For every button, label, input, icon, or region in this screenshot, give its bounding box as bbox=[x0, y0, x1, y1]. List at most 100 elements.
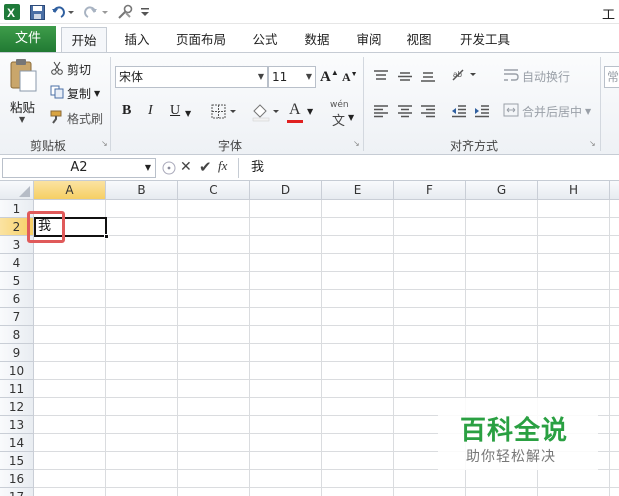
bold-button[interactable]: B bbox=[122, 103, 131, 119]
number-format-combo[interactable]: 常 bbox=[604, 66, 619, 88]
row-header-12[interactable]: 12 bbox=[0, 398, 34, 416]
font-name-value: 宋体 bbox=[119, 70, 144, 84]
undo-icon[interactable] bbox=[50, 3, 76, 21]
tab-formulas[interactable]: 公式 bbox=[244, 27, 286, 52]
decrease-indent-icon bbox=[452, 105, 466, 118]
tab-data[interactable]: 数据 bbox=[296, 27, 338, 52]
tab-insert[interactable]: 插入 bbox=[115, 27, 159, 52]
customize-qat-icon[interactable] bbox=[140, 3, 150, 21]
font-color-dropdown-icon[interactable]: ▼ bbox=[307, 107, 313, 116]
row-header-6[interactable]: 6 bbox=[0, 290, 34, 308]
row-header-8[interactable]: 8 bbox=[0, 326, 34, 344]
cancel-icon[interactable]: ✕ bbox=[180, 159, 192, 175]
gridline bbox=[34, 271, 619, 272]
row-header-9[interactable]: 9 bbox=[0, 344, 34, 362]
paste-button[interactable]: 粘贴 ▼ bbox=[6, 57, 40, 131]
paste-dropdown-icon[interactable]: ▼ bbox=[19, 115, 25, 124]
font-size-value: 11 bbox=[272, 70, 288, 84]
column-header-b[interactable]: B bbox=[106, 181, 178, 200]
insert-function-button[interactable]: fx bbox=[218, 158, 227, 174]
column-header-e[interactable]: E bbox=[322, 181, 394, 200]
row-header-15[interactable]: 15 bbox=[0, 452, 34, 470]
copy-button[interactable]: 复制 ▼ bbox=[50, 85, 100, 102]
font-size-dropdown-icon[interactable]: ▼ bbox=[306, 67, 312, 87]
watermark-subtitle: 助你轻松解决 bbox=[466, 449, 556, 465]
underline-button[interactable]: U bbox=[170, 103, 180, 119]
increase-indent-button[interactable] bbox=[474, 104, 490, 121]
copy-dropdown-icon[interactable]: ▼ bbox=[94, 89, 100, 98]
row-header-17[interactable]: 17 bbox=[0, 488, 34, 496]
column-header-d[interactable]: D bbox=[250, 181, 322, 200]
clipboard-launcher-icon[interactable]: ↘ bbox=[101, 139, 108, 148]
tab-page-layout[interactable]: 页面布局 bbox=[170, 27, 232, 52]
row-header-11[interactable]: 11 bbox=[0, 380, 34, 398]
wrap-text-button[interactable]: 自动换行 bbox=[503, 68, 570, 85]
grow-font-icon[interactable]: A▲ bbox=[320, 68, 339, 86]
cut-button[interactable]: 剪切 bbox=[50, 61, 91, 78]
fill-handle[interactable] bbox=[104, 234, 109, 239]
alignment-group-label: 对齐方式 bbox=[449, 139, 498, 153]
column-header-f[interactable]: F bbox=[394, 181, 466, 200]
align-bottom-button[interactable] bbox=[420, 69, 436, 86]
row-header-10[interactable]: 10 bbox=[0, 362, 34, 380]
row-header-5[interactable]: 5 bbox=[0, 272, 34, 290]
tools-icon[interactable] bbox=[114, 3, 138, 21]
row-header-16[interactable]: 16 bbox=[0, 470, 34, 488]
highlight-box bbox=[27, 211, 65, 243]
gridline bbox=[34, 253, 619, 254]
align-left-button[interactable] bbox=[373, 104, 389, 121]
format-painter-button[interactable]: 格式刷 bbox=[50, 110, 103, 127]
align-center-button[interactable] bbox=[397, 104, 413, 121]
save-icon[interactable] bbox=[28, 3, 46, 21]
align-middle-button[interactable] bbox=[397, 69, 413, 86]
formula-resize-handle[interactable] bbox=[162, 160, 176, 179]
tab-file[interactable]: 文件 bbox=[0, 26, 56, 52]
ribbon-separator bbox=[110, 57, 111, 151]
copy-label: 复制 bbox=[67, 87, 92, 101]
decrease-indent-button[interactable] bbox=[451, 104, 467, 121]
italic-button[interactable]: I bbox=[148, 103, 153, 119]
name-box-dropdown-icon[interactable]: ▼ bbox=[145, 159, 151, 177]
ribbon-tabs: 文件 开始 插入 页面布局 公式 数据 审阅 视图 开发工具 bbox=[0, 24, 619, 52]
align-right-button[interactable] bbox=[420, 104, 436, 121]
font-name-combo[interactable]: 宋体 ▼ bbox=[115, 66, 268, 88]
font-launcher-icon[interactable]: ↘ bbox=[353, 139, 360, 148]
align-top-button[interactable] bbox=[373, 69, 389, 86]
row-header-14[interactable]: 14 bbox=[0, 434, 34, 452]
column-header-partial[interactable] bbox=[610, 181, 619, 200]
paste-icon bbox=[10, 59, 37, 92]
column-header-h[interactable]: H bbox=[538, 181, 610, 200]
row-header-13[interactable]: 13 bbox=[0, 416, 34, 434]
tab-view[interactable]: 视图 bbox=[398, 27, 440, 52]
fill-color-icon bbox=[252, 104, 279, 122]
column-header-a[interactable]: A bbox=[34, 181, 106, 200]
column-header-c[interactable]: C bbox=[178, 181, 250, 200]
font-size-combo[interactable]: 11 ▼ bbox=[268, 66, 316, 88]
tab-developer[interactable]: 开发工具 bbox=[452, 27, 518, 52]
borders-button[interactable] bbox=[211, 104, 239, 123]
fill-color-button[interactable] bbox=[251, 102, 281, 125]
shrink-font-icon[interactable]: A▼ bbox=[342, 70, 358, 85]
merge-dropdown-icon[interactable]: ▼ bbox=[585, 107, 591, 116]
column-header-g[interactable]: G bbox=[466, 181, 538, 200]
orientation-icon: ab bbox=[452, 69, 476, 81]
tab-home[interactable]: 开始 bbox=[61, 27, 107, 52]
align-middle-icon bbox=[398, 72, 412, 81]
enter-icon[interactable]: ✔ bbox=[199, 158, 212, 176]
row-header-7[interactable]: 7 bbox=[0, 308, 34, 326]
phonetic-dropdown-icon[interactable]: ▼ bbox=[348, 113, 354, 122]
formula-input[interactable]: 我 bbox=[238, 158, 619, 178]
name-box[interactable]: A2 ▼ bbox=[2, 158, 156, 178]
number-format-value: 常 bbox=[607, 70, 619, 84]
underline-dropdown-icon[interactable]: ▼ bbox=[185, 109, 191, 118]
window-title: 工 bbox=[601, 8, 615, 23]
alignment-launcher-icon[interactable]: ↘ bbox=[589, 139, 596, 148]
select-all-corner[interactable] bbox=[0, 181, 34, 200]
align-right-icon bbox=[421, 105, 435, 118]
orientation-button[interactable]: ab bbox=[451, 67, 479, 86]
tab-review[interactable]: 审阅 bbox=[348, 27, 390, 52]
merge-center-button[interactable]: 合并后居中 ▼ bbox=[503, 103, 591, 120]
font-name-dropdown-icon[interactable]: ▼ bbox=[258, 67, 264, 87]
redo-icon[interactable] bbox=[82, 3, 110, 21]
row-header-4[interactable]: 4 bbox=[0, 254, 34, 272]
